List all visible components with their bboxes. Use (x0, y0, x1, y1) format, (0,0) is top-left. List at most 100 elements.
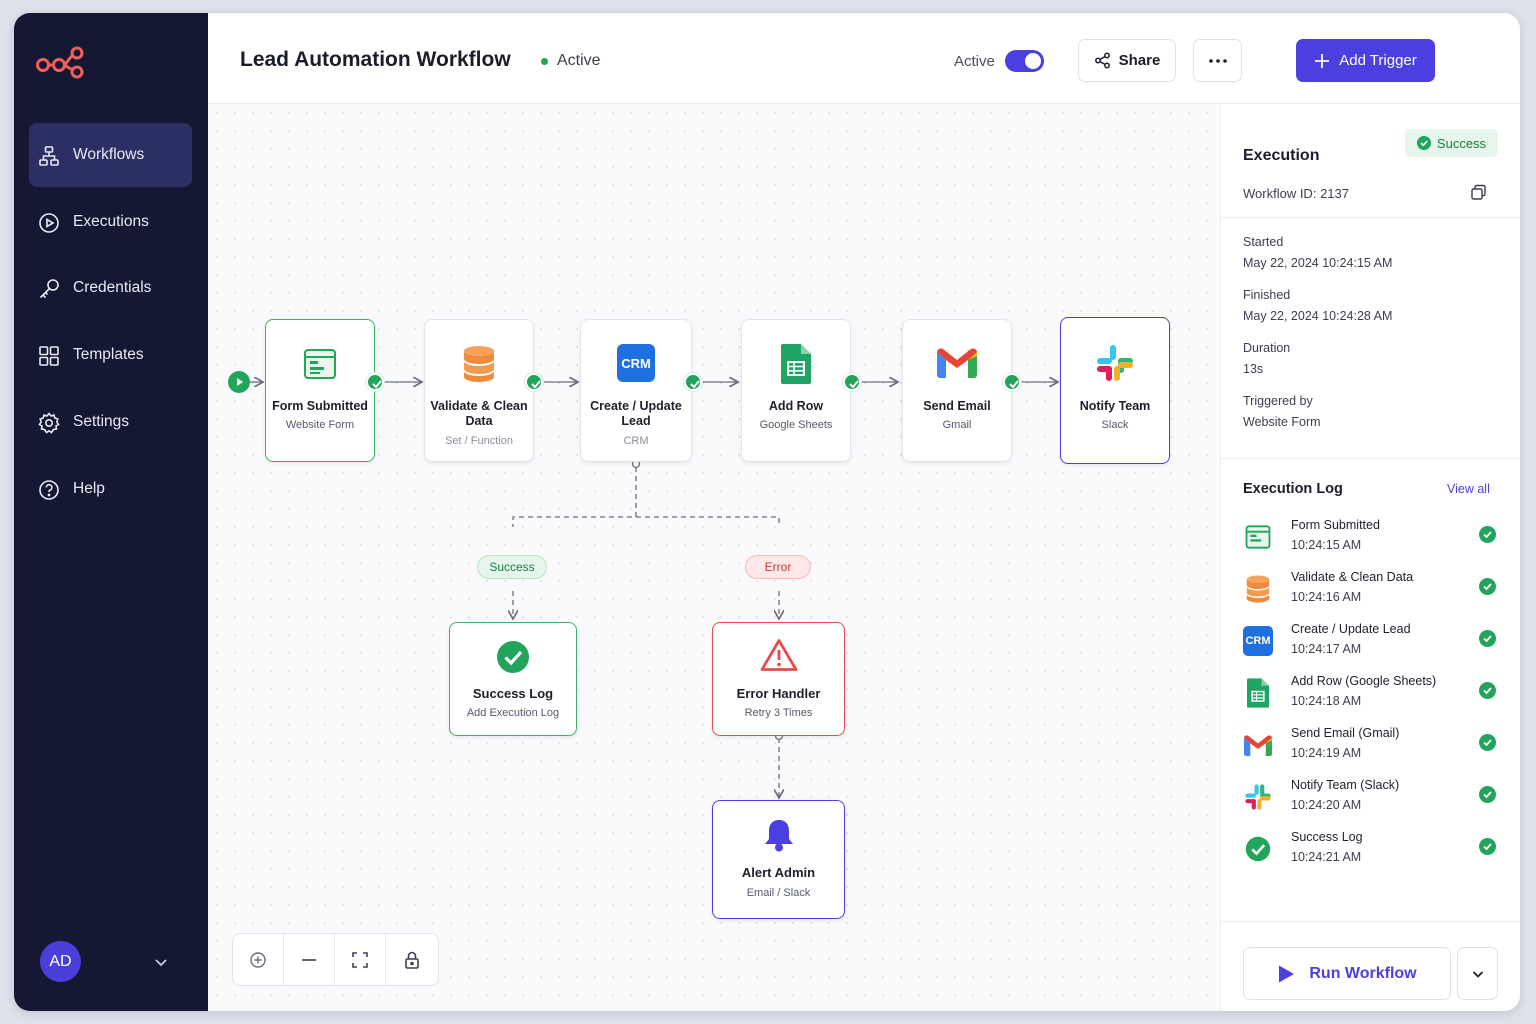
zoom-in-button[interactable] (233, 934, 284, 985)
add-trigger-button[interactable]: Add Trigger (1296, 39, 1435, 82)
node-add-row[interactable]: Add Row Google Sheets (741, 319, 851, 462)
slack-icon (1243, 782, 1273, 812)
toggle-knob (1025, 53, 1041, 69)
node-send-email[interactable]: Send Email Gmail (902, 319, 1012, 462)
crm-icon: CRM (1243, 626, 1273, 656)
log-item[interactable]: Add Row (Google Sheets) 10:24:18 AM (1243, 674, 1503, 720)
log-item[interactable]: Validate & Clean Data 10:24:16 AM (1243, 570, 1503, 616)
more-icon (1208, 58, 1227, 63)
help-icon (39, 480, 59, 500)
node-notify-team[interactable]: Notify Team Slack (1060, 317, 1170, 464)
copy-icon[interactable] (1470, 184, 1487, 201)
run-workflow-button[interactable]: Run Workflow (1243, 947, 1451, 1000)
node-alert-admin[interactable]: Alert Admin Email / Slack (712, 800, 845, 919)
zoom-out-button[interactable] (284, 934, 335, 985)
sidebar-item-label: Workflows (73, 146, 145, 163)
divider (1221, 458, 1520, 459)
active-toggle-label: Active (954, 53, 995, 70)
started-value: May 22, 2024 10:24:15 AM (1243, 256, 1393, 270)
log-item-time: 10:24:16 AM (1291, 590, 1362, 604)
slack-icon (1097, 345, 1133, 381)
log-item-time: 10:24:19 AM (1291, 746, 1362, 760)
run-workflow-label: Run Workflow (1309, 964, 1417, 982)
minus-icon (302, 958, 316, 961)
node-success-log[interactable]: Success Log Add Execution Log (449, 622, 577, 736)
bell-icon (764, 820, 793, 852)
fit-view-button[interactable] (335, 934, 386, 985)
chevron-down-icon[interactable] (152, 953, 170, 971)
start-trigger-button[interactable] (228, 371, 250, 393)
play-icon (237, 378, 243, 386)
workflow-canvas[interactable]: Form Submitted Website Form Validate & C… (208, 104, 1220, 1011)
app-window: Workflows Executions Credentials Templat… (14, 13, 1520, 1011)
gmail-icon (1243, 730, 1273, 760)
node-validate-clean-data[interactable]: Validate & Clean Data Set / Function (424, 319, 534, 462)
execution-title: Execution (1243, 147, 1320, 164)
share-icon (1094, 52, 1110, 69)
view-all-link[interactable]: View all (1447, 482, 1490, 496)
check-icon (1416, 136, 1431, 150)
sidebar-item-label: Executions (73, 213, 149, 230)
duration-label: Duration (1243, 341, 1291, 355)
plus-icon (1315, 53, 1330, 68)
check-circle-icon (1243, 834, 1273, 864)
node-subtitle: Google Sheets (759, 419, 833, 431)
node-subtitle: Retry 3 Times (744, 707, 813, 719)
logo-icon[interactable] (36, 43, 84, 84)
node-title: Form Submitted (272, 399, 368, 413)
more-options-button[interactable] (1193, 39, 1242, 82)
sidebar-item-templates[interactable]: Templates (29, 323, 192, 387)
node-subtitle: Gmail (942, 419, 972, 431)
sidebar-item-label: Help (73, 480, 105, 497)
execution-status-text: Success (1436, 135, 1487, 151)
divider (1221, 921, 1520, 922)
canvas-toolbar (232, 933, 439, 986)
check-icon (1479, 682, 1496, 699)
database-icon (464, 346, 494, 382)
gmail-icon (937, 348, 977, 378)
sidebar-item-label: Credentials (73, 279, 152, 296)
lock-canvas-button[interactable] (386, 934, 437, 985)
active-toggle[interactable] (1005, 50, 1044, 72)
check-icon (1479, 734, 1496, 751)
header: Lead Automation Workflow Active Active S… (208, 13, 1520, 104)
zoom-in-icon (250, 951, 266, 968)
status-badge: Active (541, 52, 601, 70)
node-title: Create / Update Lead (590, 399, 682, 428)
log-item-time: 10:24:21 AM (1291, 850, 1362, 864)
sidebar-item-settings[interactable]: Settings (29, 390, 192, 454)
gear-icon (38, 412, 60, 434)
node-create-update-lead[interactable]: CRM Create / Update Lead CRM (580, 319, 692, 462)
log-item-name: Form Submitted (1291, 518, 1380, 532)
node-form-submitted[interactable]: Form Submitted Website Form (265, 319, 375, 462)
node-subtitle: Email / Slack (746, 887, 811, 899)
node-subtitle: Set / Function (445, 435, 513, 447)
sidebar-item-workflows[interactable]: Workflows (29, 123, 192, 187)
share-button[interactable]: Share (1078, 39, 1176, 82)
avatar[interactable]: AD (40, 941, 81, 982)
log-item[interactable]: Send Email (Gmail) 10:24:19 AM (1243, 726, 1503, 772)
crm-icon: CRM (617, 344, 655, 382)
log-item-name: Add Row (Google Sheets) (1291, 674, 1437, 688)
execution-panel: Execution Success Workflow ID: 2137 Star… (1220, 104, 1520, 1011)
workflow-id-value: 2137 (1320, 186, 1349, 201)
node-title: Notify Team (1079, 399, 1151, 413)
log-item[interactable]: Success Log 10:24:21 AM (1243, 830, 1503, 876)
node-error-handler[interactable]: Error Handler Retry 3 Times (712, 622, 845, 736)
status-dot (541, 57, 548, 65)
sidebar-item-credentials[interactable]: Credentials (29, 256, 192, 320)
log-item[interactable]: CRM Create / Update Lead 10:24:17 AM (1243, 622, 1503, 668)
log-item[interactable]: Form Submitted 10:24:15 AM (1243, 518, 1503, 564)
sidebar-item-executions[interactable]: Executions (29, 190, 192, 254)
run-options-button[interactable] (1457, 947, 1498, 1000)
node-subtitle: Add Execution Log (466, 707, 560, 719)
log-item-name: Create / Update Lead (1291, 622, 1411, 636)
check-icon (1003, 373, 1021, 391)
lock-icon (404, 951, 419, 969)
fit-view-icon (352, 951, 368, 968)
sidebar-item-help[interactable]: Help (29, 457, 192, 521)
sidebar-item-label: Settings (73, 413, 130, 430)
log-item[interactable]: Notify Team (Slack) 10:24:20 AM (1243, 778, 1503, 824)
node-title: Success Log (472, 686, 554, 701)
workflow-icon (39, 146, 59, 166)
